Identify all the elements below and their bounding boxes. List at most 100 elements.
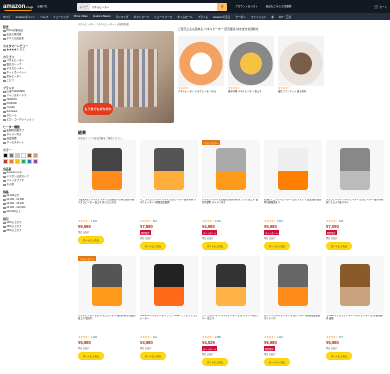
checkbox[interactable] <box>3 133 6 137</box>
rating-stars[interactable]: ★★★★☆ <box>78 335 90 339</box>
product-image[interactable] <box>78 140 136 198</box>
add-to-cart-button[interactable]: カートに入れる <box>202 358 229 366</box>
nav-link[interactable]: タイムセール <box>177 15 193 19</box>
sponsored-card-title[interactable]: 電気ブランケット 着る毛布 <box>278 91 324 94</box>
sponsored-product-image[interactable] <box>228 36 274 86</box>
rating-stars[interactable]: ★★★★☆ <box>326 219 338 223</box>
nav-link[interactable]: ヘルプ <box>40 15 48 19</box>
account-menu[interactable]: アカウント＆リスト <box>235 5 258 8</box>
product-image[interactable] <box>326 256 384 314</box>
sponsored-card[interactable]: ★★★★☆ 電気ブランケット 着る毛布 <box>278 36 324 94</box>
nav-link[interactable]: プライム <box>198 15 208 19</box>
checkbox[interactable] <box>3 98 6 102</box>
product-title[interactable]: 【楽天1位】パネルヒーター 足元暖房 1台4役 遠赤外線 デスクヒーター 省エネ… <box>78 199 136 219</box>
search-input[interactable] <box>89 2 218 11</box>
color-swatch[interactable] <box>3 153 8 158</box>
product-image[interactable] <box>264 140 322 198</box>
color-swatch[interactable] <box>21 159 26 164</box>
rating-stars[interactable]: ★★★★☆ <box>202 219 214 223</box>
checkbox[interactable] <box>3 94 6 98</box>
color-swatch[interactable] <box>27 159 32 164</box>
delivery-location[interactable]: お届け先 <box>37 5 65 8</box>
review-count[interactable]: 2,895 <box>215 336 221 339</box>
filter-option[interactable]: すべての出品者 <box>3 37 73 41</box>
checkbox[interactable] <box>3 175 6 179</box>
color-swatch[interactable] <box>15 153 20 158</box>
review-count[interactable]: 431 <box>153 336 157 339</box>
add-to-cart-button[interactable]: カートに入れる <box>326 242 353 250</box>
checkbox[interactable] <box>3 37 6 41</box>
filter-option[interactable]: 50%以上オフ <box>3 229 73 233</box>
filter-option[interactable]: ヒロ・コーポレーション <box>3 118 73 122</box>
checkbox[interactable] <box>3 210 6 214</box>
search-button[interactable]: ⚲ <box>217 2 228 11</box>
sponsored-card[interactable]: ★★★★☆ パネルヒーター デスクヒーター 足元 <box>178 36 224 94</box>
checkbox[interactable] <box>3 63 6 67</box>
nav-link[interactable]: クーポン <box>235 15 245 19</box>
product-title[interactable]: デスクヒーター パネルヒーター 足元ヒーター 遠赤外線 折りたたみ 4面パネル <box>326 199 384 219</box>
review-count[interactable]: 1,012 <box>277 336 283 339</box>
add-to-cart-button[interactable]: カートに入れる <box>140 242 167 250</box>
product-image[interactable] <box>140 140 198 198</box>
product-title[interactable]: ゼピール パネルヒーター 足元ヒーター 3段階温度調節 タイマー付 <box>264 315 322 335</box>
review-count[interactable]: 377 <box>339 336 343 339</box>
nav-link[interactable]: Amazonポイント <box>16 15 36 19</box>
add-to-cart-button[interactable]: カートに入れる <box>264 242 291 250</box>
review-count[interactable]: 1,523 <box>91 220 97 223</box>
product-title[interactable]: 【3WAY】デスクヒーター パネルヒーター 足元 暖房器具 速暖 <box>326 315 384 335</box>
color-swatch[interactable] <box>33 153 38 158</box>
filter-option[interactable]: その他 <box>3 183 73 187</box>
sponsored-banner[interactable]: もう冬でもポカポカ <box>78 31 174 123</box>
checkbox[interactable] <box>3 59 6 63</box>
rating-stars[interactable]: ★★★★☆ <box>78 219 90 223</box>
cart-button[interactable]: 🛒カート <box>374 4 387 9</box>
review-count[interactable]: 2,104 <box>215 220 221 223</box>
add-to-cart-button[interactable]: カートに入れる <box>202 242 229 250</box>
checkbox[interactable] <box>3 110 6 114</box>
nav-link[interactable]: Amazonで売る <box>213 15 230 19</box>
product-title[interactable]: アイリスオーヤマ パネルヒーター 足元 デスク 人感センサー 省エネ <box>202 315 260 335</box>
checkbox[interactable] <box>3 71 6 75</box>
sponsored-card-title[interactable]: パネルヒーター デスクヒーター 足元 <box>178 91 224 94</box>
checkbox[interactable] <box>3 198 6 202</box>
nav-link[interactable]: Prime Video <box>74 15 88 18</box>
checkbox[interactable] <box>3 75 6 79</box>
checkbox[interactable] <box>3 33 6 37</box>
rating-stars[interactable]: ★★★★☆ <box>202 335 214 339</box>
filter-option[interactable]: ¥10,000以上 <box>3 210 73 214</box>
filter-option[interactable]: サーモスタット <box>3 141 73 145</box>
nav-link[interactable]: 本 <box>271 15 274 19</box>
nav-link[interactable]: ファッション <box>251 15 267 19</box>
add-to-cart-button[interactable]: カートに入れる <box>78 236 105 244</box>
checkbox[interactable] <box>3 171 6 175</box>
product-image[interactable] <box>140 256 198 314</box>
checkbox[interactable] <box>3 202 6 206</box>
add-to-cart-button[interactable]: カートに入れる <box>264 358 291 366</box>
checkbox[interactable] <box>3 67 6 71</box>
filter-option[interactable]: こたつ <box>3 79 73 83</box>
nav-all-menu[interactable]: すべて <box>3 15 11 19</box>
review-count[interactable]: 648 <box>339 220 343 223</box>
checkbox[interactable] <box>3 229 6 233</box>
checkbox[interactable] <box>3 29 6 33</box>
sponsored-product-image[interactable] <box>278 36 324 86</box>
checkbox[interactable] <box>3 114 6 118</box>
checkbox[interactable] <box>3 206 6 210</box>
checkbox[interactable] <box>3 79 6 83</box>
checkbox[interactable] <box>3 90 6 94</box>
product-image[interactable]: ベストセラー <box>202 140 260 198</box>
add-to-cart-button[interactable]: カートに入れる <box>140 352 167 360</box>
product-image[interactable] <box>202 256 260 314</box>
checkbox[interactable] <box>3 48 6 52</box>
color-swatch[interactable] <box>27 153 32 158</box>
nav-link[interactable]: ランキング <box>116 15 129 19</box>
color-swatch[interactable] <box>3 159 8 164</box>
nav-link[interactable]: Amazon Basics <box>93 15 111 18</box>
rating-stars[interactable]: ★★★★☆ <box>264 219 276 223</box>
checkbox[interactable] <box>3 118 6 122</box>
rating-stars[interactable]: ★★★★☆ <box>264 335 276 339</box>
add-to-cart-button[interactable]: カートに入れる <box>326 352 353 360</box>
product-image[interactable]: ベストセラー <box>78 256 136 314</box>
sponsored-card-title[interactable]: 遠赤外線 パネルヒーター 省エネ <box>228 91 274 94</box>
checkbox[interactable] <box>3 129 6 133</box>
